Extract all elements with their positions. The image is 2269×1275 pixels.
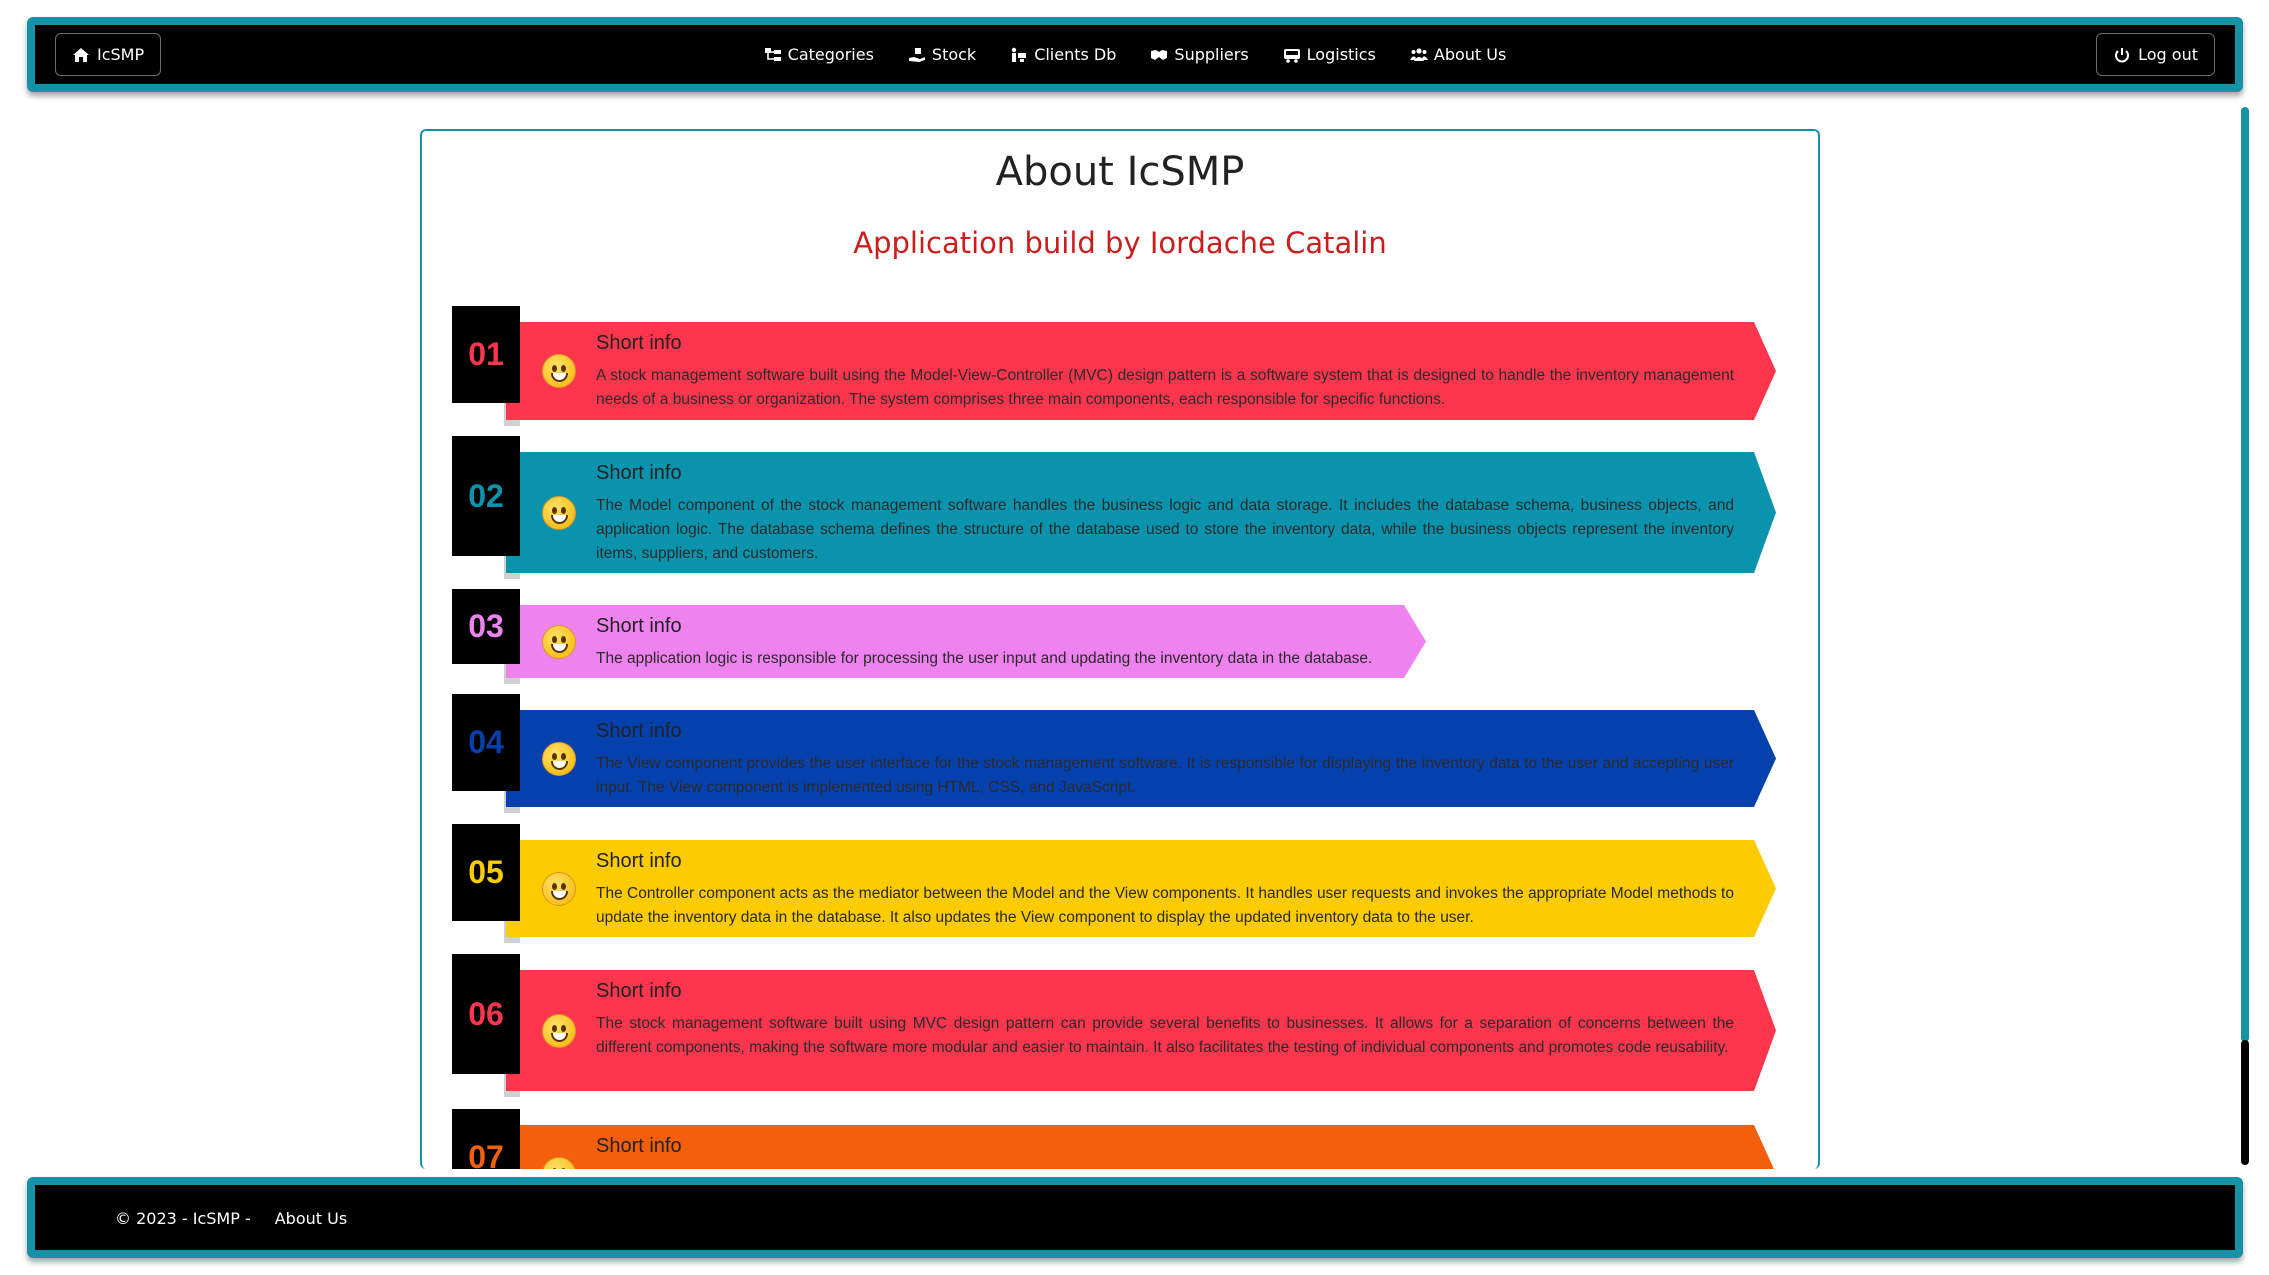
info-item: 04 Short info The View component provides … <box>422 694 1820 813</box>
info-item: 06 Short info The stock management softwar… <box>422 954 1820 1097</box>
item-title: Short info <box>596 462 682 484</box>
smiley-icon <box>542 624 576 659</box>
scrollbar-end <box>2241 1040 2249 1165</box>
item-title: Short info <box>596 850 682 872</box>
item-text: The View component provides the user int… <box>596 755 1734 796</box>
info-item: 03 Short info The application logic is res… <box>422 589 1820 684</box>
item-title: Short info <box>596 720 682 742</box>
smiley-icon <box>542 495 576 530</box>
item-number: 03 <box>452 589 520 664</box>
info-item: 01 Short info A stock management software … <box>422 306 1820 426</box>
hand-box-icon <box>908 46 926 64</box>
nav-link-label: About Us <box>1433 45 1507 64</box>
smiley-icon <box>542 871 576 906</box>
item-text: The stock management software built usin… <box>596 1015 1734 1056</box>
power-icon <box>2113 46 2131 64</box>
info-item: 05 Short info The Controller component act… <box>422 824 1820 943</box>
item-number: 02 <box>452 436 520 556</box>
smiley-icon <box>542 1013 576 1048</box>
users-icon <box>1409 46 1428 64</box>
handshake-icon <box>1150 46 1168 64</box>
item-text: A stock management software built using … <box>596 367 1734 408</box>
footer: © 2023 - IcSMP - About Us <box>27 1177 2243 1258</box>
navbar: IcSMP Categories Stock Clients Db Suppli… <box>27 17 2243 92</box>
sitemap-icon <box>764 46 782 64</box>
nav-link-label: Logistics <box>1306 45 1376 64</box>
nav-links: Categories Stock Clients Db Suppliers Lo… <box>35 25 2235 84</box>
nav-link-label: Clients Db <box>1034 45 1117 64</box>
footer-content: © 2023 - IcSMP - About Us <box>115 1209 347 1228</box>
truck-icon <box>1283 46 1301 64</box>
page-title: About IcSMP <box>995 149 1245 195</box>
info-item: 02 Short info The Model component of the s… <box>422 436 1820 579</box>
nav-link-logistics[interactable]: Logistics <box>1283 45 1376 64</box>
footer-copyright: © 2023 - IcSMP - <box>115 1209 251 1228</box>
logout-button[interactable]: Log out <box>2096 33 2215 76</box>
item-title: Short info <box>596 615 682 637</box>
item-number: 06 <box>452 954 520 1074</box>
logout-label: Log out <box>2138 45 2198 64</box>
smiley-icon <box>542 354 576 388</box>
item-text: The Model component of the stock managem… <box>596 497 1734 562</box>
scrollbar-thumb[interactable] <box>2241 107 2249 1042</box>
info-banner <box>506 1125 1776 1169</box>
info-item: 07 Short info <box>422 1109 1820 1169</box>
nav-link-label: Categories <box>787 45 874 64</box>
nav-link-suppliers[interactable]: Suppliers <box>1150 45 1249 64</box>
item-text: The Controller component acts as the med… <box>596 885 1734 926</box>
item-number: 07 <box>452 1109 520 1169</box>
item-title: Short info <box>596 980 682 1002</box>
about-card: About IcSMP Application build by Iordach… <box>420 129 1820 1169</box>
item-text: The application logic is responsible for… <box>596 650 1373 667</box>
item-title: Short info <box>596 332 682 354</box>
item-number: 05 <box>452 824 520 921</box>
item-number: 01 <box>452 306 520 403</box>
nav-link-label: Suppliers <box>1174 45 1249 64</box>
people-carry-icon <box>1010 46 1028 64</box>
smiley-icon <box>542 741 576 776</box>
item-number: 04 <box>452 694 520 791</box>
footer-about-link[interactable]: About Us <box>275 1209 347 1228</box>
item-title: Short info <box>596 1135 682 1157</box>
nav-link-categories[interactable]: Categories <box>764 45 874 64</box>
nav-link-label: Stock <box>931 45 977 64</box>
nav-link-about-us[interactable]: About Us <box>1409 45 1507 64</box>
page-subtitle: Application build by Iordache Catalin <box>853 226 1387 260</box>
nav-link-clients-db[interactable]: Clients Db <box>1010 45 1116 64</box>
nav-link-stock[interactable]: Stock <box>908 45 976 64</box>
